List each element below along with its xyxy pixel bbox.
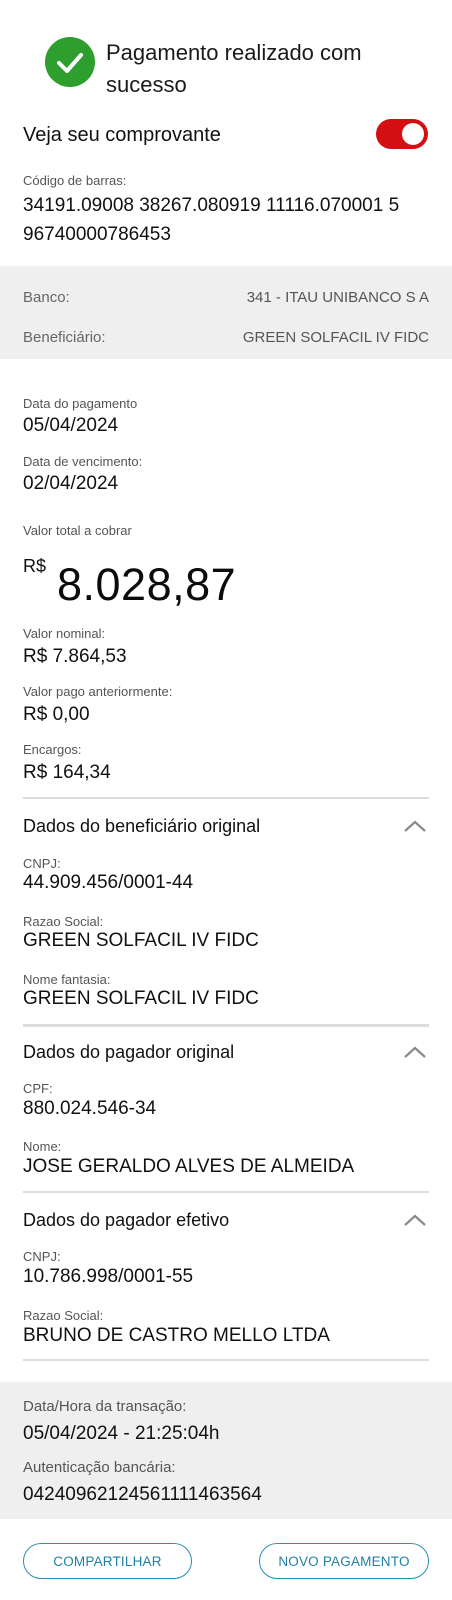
beneficiary-cnpj: 44.909.456/0001-44 [23, 872, 194, 893]
beneficiary-trade-label: Nome fantasia: [23, 972, 111, 987]
nominal-value: R$ 7.864,53 [23, 646, 127, 667]
chevron-up-icon[interactable] [403, 818, 427, 834]
toggle-knob [402, 123, 424, 145]
new-payment-button[interactable]: NOVO PAGAMENTO [259, 1543, 429, 1579]
transaction-datetime: 05/04/2024 - 21:25:04h [23, 1423, 220, 1444]
auth-label: Autenticação bancária: [23, 1459, 176, 1476]
total-value: 8.028,87 [57, 559, 237, 610]
barcode-label: Código de barras: [23, 173, 127, 188]
original-beneficiary-title[interactable]: Dados do beneficiário original [23, 814, 260, 838]
payer-name-label: Nome: [23, 1139, 62, 1154]
effective-cnpj: 10.786.998/0001-55 [23, 1266, 194, 1287]
beneficiary-cnpj-label: CNPJ: [23, 856, 61, 871]
transaction-datetime-label: Data/Hora da transação: [23, 1398, 187, 1415]
nominal-label: Valor nominal: [23, 626, 106, 641]
payer-cpf: 880.024.546-34 [23, 1098, 157, 1119]
payer-name: JOSE GERALDO ALVES DE ALMEIDA [23, 1156, 355, 1177]
charges-value: R$ 164,34 [23, 762, 111, 783]
previous-value: R$ 0,00 [23, 704, 90, 725]
beneficiary-trade-name: GREEN SOLFACIL IV FIDC [23, 988, 259, 1009]
total-label: Valor total a cobrar [23, 523, 132, 538]
due-date: 02/04/2024 [23, 473, 119, 494]
beneficiary-row: Beneficiário: GREEN SOLFACIL IV FIDC [23, 326, 429, 348]
receipt-toggle-label: Veja seu comprovante [23, 124, 221, 146]
beneficiary-company-label: Razao Social: [23, 914, 104, 929]
auth-code: 04240962124561111463564 [23, 1484, 262, 1505]
bank-info-band: Banco: 341 - ITAU UNIBANCO S A Beneficiá… [0, 266, 452, 359]
beneficiary-company: GREEN SOLFACIL IV FIDC [23, 930, 259, 951]
payment-date-label: Data do pagamento [23, 396, 138, 411]
charges-label: Encargos: [23, 742, 82, 757]
success-check-icon [45, 37, 95, 87]
effective-payer-title[interactable]: Dados do pagador efetivo [23, 1208, 229, 1232]
share-button[interactable]: COMPARTILHAR [23, 1543, 192, 1579]
effective-cnpj-label: CNPJ: [23, 1249, 61, 1264]
beneficiary-value: GREEN SOLFACIL IV FIDC [242, 328, 429, 346]
previous-label: Valor pago anteriormente: [23, 684, 173, 699]
barcode-value: 34191.09008 38267.080919 11116.070001 5 … [23, 195, 400, 245]
transaction-band: Data/Hora da transação: 05/04/2024 - 21:… [0, 1382, 452, 1519]
success-title: Pagamento realizado com sucesso [106, 40, 362, 97]
due-date-label: Data de vencimento: [23, 454, 143, 469]
total-currency: R$ [23, 556, 47, 576]
payer-cpf-label: CPF: [23, 1081, 53, 1096]
divider [23, 797, 429, 799]
divider [23, 1024, 429, 1027]
effective-company-label: Razao Social: [23, 1308, 104, 1323]
divider [23, 1191, 429, 1193]
chevron-up-icon[interactable] [403, 1212, 427, 1228]
receipt-toggle[interactable] [376, 119, 428, 149]
bank-row: Banco: 341 - ITAU UNIBANCO S A [23, 286, 429, 308]
original-payer-title[interactable]: Dados do pagador original [23, 1040, 234, 1064]
bank-value: 341 - ITAU UNIBANCO S A [246, 288, 429, 306]
divider [23, 1359, 429, 1361]
payment-date: 05/04/2024 [23, 415, 119, 436]
beneficiary-label: Beneficiário: [23, 328, 106, 346]
effective-company: BRUNO DE CASTRO MELLO LTDA [23, 1325, 330, 1346]
bank-label: Banco: [23, 288, 70, 306]
chevron-up-icon[interactable] [403, 1044, 427, 1060]
